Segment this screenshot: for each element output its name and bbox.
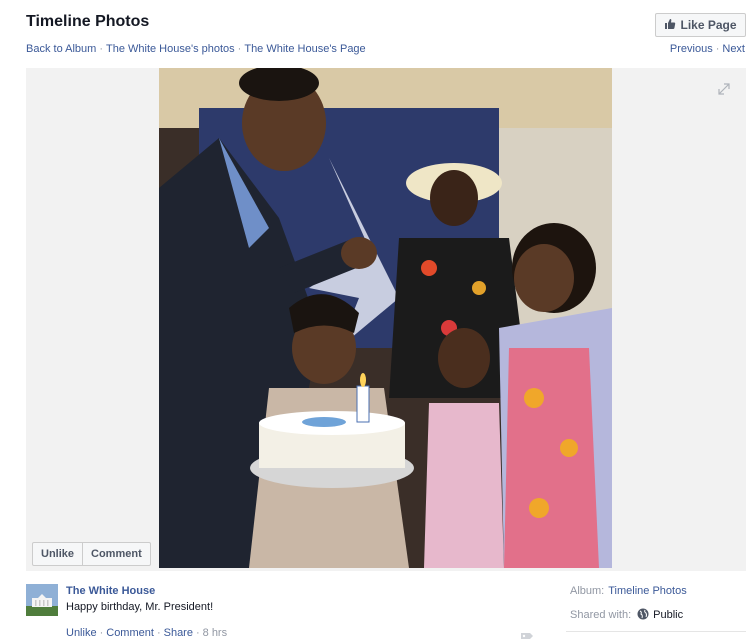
separator: · [237, 43, 242, 55]
globe-icon [637, 608, 649, 620]
privacy-value[interactable]: Public [653, 609, 683, 621]
white-house-photos-link[interactable]: The White House's photos [106, 43, 235, 55]
separator: · [99, 43, 103, 55]
next-link[interactable]: Next [722, 43, 745, 55]
white-house-avatar[interactable] [26, 584, 58, 616]
album-label: Album: [570, 585, 605, 597]
separator: · [156, 627, 161, 639]
separator: · [715, 43, 720, 55]
tag-icon[interactable] [520, 628, 534, 639]
like-page-label: Like Page [680, 18, 737, 32]
post-actions: Unlike · Comment · Share · 8 hrs [66, 627, 227, 639]
privacy-info: Shared with: Public [570, 608, 683, 621]
page-name-link[interactable]: The White House [66, 585, 155, 597]
comment-button[interactable]: Comment [82, 543, 150, 565]
thumbs-up-icon [664, 18, 676, 33]
unlike-button[interactable]: Unlike [33, 543, 82, 565]
white-house-page-link[interactable]: The White House's Page [244, 43, 365, 55]
separator: · [195, 627, 200, 639]
photo-pager: Previous · Next [670, 43, 745, 55]
photo-caption: Happy birthday, Mr. President! [66, 601, 214, 613]
previous-link[interactable]: Previous [670, 43, 713, 55]
back-to-album-link[interactable]: Back to Album [26, 43, 96, 55]
album-info: Album: Timeline Photos [570, 585, 687, 597]
main-photo[interactable] [159, 68, 612, 568]
shared-with-label: Shared with: [570, 609, 632, 621]
divider [566, 631, 746, 632]
unlike-link[interactable]: Unlike [66, 627, 97, 639]
comment-link[interactable]: Comment [106, 627, 154, 639]
expand-icon[interactable] [717, 82, 731, 96]
timestamp[interactable]: 8 hrs [203, 627, 227, 639]
like-page-button[interactable]: Like Page [655, 13, 746, 37]
share-link[interactable]: Share [164, 627, 193, 639]
breadcrumb: Back to Album · The White House's photos · T… [26, 43, 366, 55]
page-title: Timeline Photos [26, 13, 150, 30]
birthday-photo-illustration [159, 68, 612, 568]
album-link[interactable]: Timeline Photos [608, 585, 686, 597]
separator: · [99, 627, 104, 639]
photo-action-bar: Unlike Comment [32, 542, 151, 566]
